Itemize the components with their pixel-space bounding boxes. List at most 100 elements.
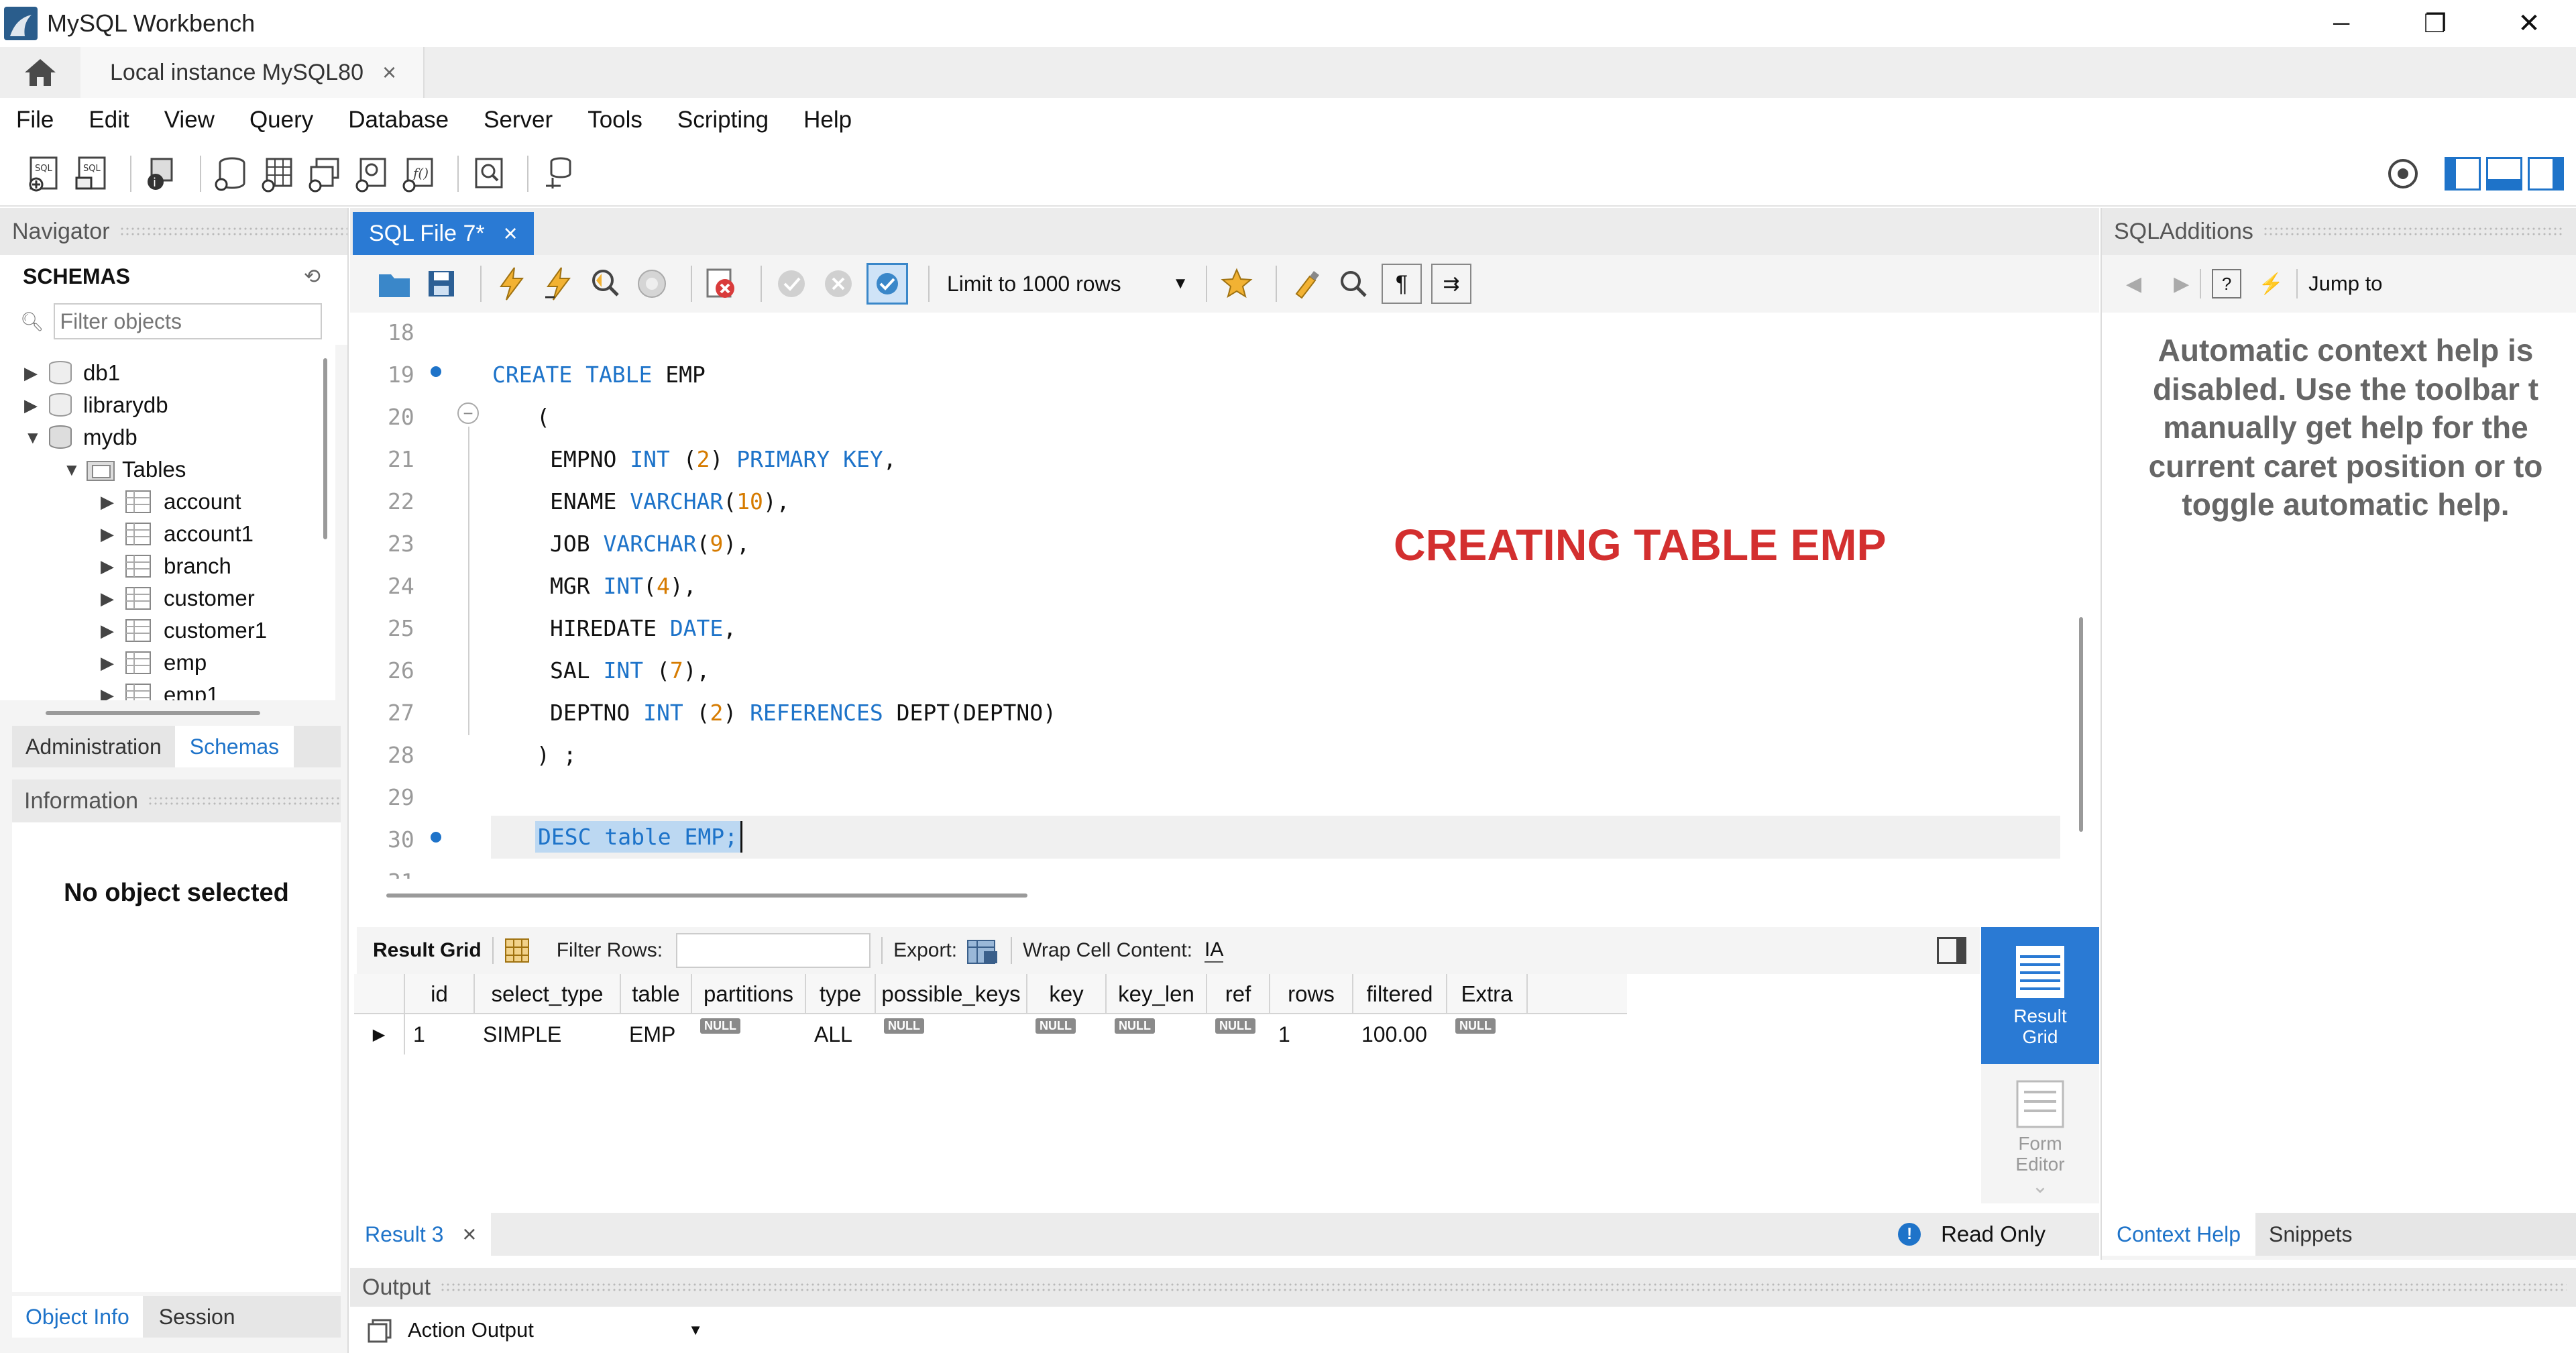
- column-header-ref[interactable]: ref: [1207, 974, 1270, 1014]
- inspector-icon[interactable]: i: [142, 155, 180, 193]
- tab-schemas[interactable]: Schemas: [174, 726, 294, 767]
- sql-file-tab-close-icon[interactable]: ×: [504, 219, 518, 248]
- column-header-possible-keys[interactable]: possible_keys: [876, 974, 1027, 1014]
- tree-item-account1[interactable]: ▶ account1: [101, 518, 254, 550]
- commit-icon[interactable]: [773, 265, 810, 303]
- output-type-select[interactable]: Action Output ▼: [408, 1318, 703, 1342]
- cell-extra[interactable]: NULL: [1447, 1014, 1528, 1054]
- tree-item-mydb[interactable]: ▼ mydb: [24, 421, 137, 453]
- search-table-data-icon[interactable]: [469, 155, 507, 193]
- output-copy-icon[interactable]: [366, 1317, 393, 1343]
- expand-arrow-icon[interactable]: ▶: [101, 524, 125, 545]
- tab-object-info[interactable]: Object Info: [12, 1296, 143, 1338]
- sql-code-editor[interactable]: − 18 19 20 21 22 23 24 25 26 27 28 29 30…: [350, 313, 2067, 879]
- open-sql-script-icon[interactable]: SQL: [72, 155, 110, 193]
- new-sql-tab-icon[interactable]: SQL: [25, 155, 63, 193]
- create-table-icon[interactable]: [259, 155, 296, 193]
- expand-arrow-icon[interactable]: ▶: [24, 395, 47, 416]
- close-button[interactable]: ✕: [2482, 8, 2576, 39]
- filter-rows-input[interactable]: [676, 933, 871, 968]
- cell-select-type[interactable]: SIMPLE: [475, 1014, 621, 1054]
- menu-query[interactable]: Query: [249, 107, 313, 133]
- save-icon[interactable]: [423, 265, 460, 303]
- tree-item-account[interactable]: ▶ account: [101, 486, 241, 518]
- forward-arrow-icon[interactable]: ▶: [2174, 272, 2189, 296]
- refresh-schemas-icon[interactable]: ⟲: [304, 265, 321, 288]
- stop-icon[interactable]: [633, 265, 671, 303]
- menu-edit[interactable]: Edit: [89, 107, 129, 133]
- wrap-lines-icon[interactable]: ⇉: [1431, 264, 1471, 304]
- collapse-arrow-icon[interactable]: ▼: [63, 459, 86, 480]
- limit-rows-select[interactable]: Limit to 1000 rows ▼: [940, 265, 1195, 303]
- cell-key-len[interactable]: NULL: [1107, 1014, 1207, 1054]
- expand-arrow-icon[interactable]: ▶: [101, 653, 125, 673]
- toggle-result-panel-icon[interactable]: [1937, 937, 1966, 964]
- column-header-partitions[interactable]: partitions: [692, 974, 806, 1014]
- editor-horizontal-scrollbar[interactable]: [386, 894, 1027, 898]
- manual-help-icon[interactable]: ?: [2212, 269, 2242, 299]
- tree-item-librarydb[interactable]: ▶ librarydb: [24, 389, 168, 421]
- tree-horizontal-scrollbar[interactable]: [46, 711, 260, 715]
- grid-view-icon[interactable]: [504, 938, 530, 963]
- tree-item-customer[interactable]: ▶ customer: [101, 582, 255, 614]
- cell-partitions[interactable]: NULL: [692, 1014, 806, 1054]
- cell-id[interactable]: 1: [405, 1014, 475, 1054]
- form-editor-mode-button[interactable]: Form Editor ⌄: [1981, 1075, 2099, 1202]
- wrap-cell-content-icon[interactable]: IA: [1205, 938, 1224, 963]
- cell-possible-keys[interactable]: NULL: [876, 1014, 1027, 1054]
- column-header-key-len[interactable]: key_len: [1107, 974, 1207, 1014]
- home-icon[interactable]: [0, 47, 80, 98]
- column-header-type[interactable]: type: [806, 974, 876, 1014]
- minimize-button[interactable]: ─: [2294, 11, 2388, 37]
- jump-to-select[interactable]: Jump to: [2308, 272, 2382, 296]
- tree-item-customer1[interactable]: ▶ customer1: [101, 614, 267, 647]
- cell-rows[interactable]: 1: [1270, 1014, 1353, 1054]
- tree-item-emp[interactable]: ▶ emp: [101, 647, 207, 679]
- column-header-id[interactable]: id: [405, 974, 475, 1014]
- open-folder-icon[interactable]: [376, 265, 413, 303]
- filter-objects-input[interactable]: [53, 303, 322, 339]
- menu-view[interactable]: View: [164, 107, 215, 133]
- menu-server[interactable]: Server: [484, 107, 553, 133]
- result-grid-mode-button[interactable]: Result Grid: [1981, 927, 2099, 1064]
- dropdown-arrow-icon[interactable]: ▼: [688, 1321, 703, 1339]
- add-snippet-star-icon[interactable]: [1218, 265, 1255, 303]
- column-header-key[interactable]: key: [1027, 974, 1107, 1014]
- column-header-filtered[interactable]: filtered: [1353, 974, 1447, 1014]
- expand-arrow-icon[interactable]: ▶: [101, 685, 125, 701]
- invisible-chars-pilcrow-icon[interactable]: ¶: [1382, 264, 1422, 304]
- cell-type[interactable]: ALL: [806, 1014, 876, 1054]
- menu-help[interactable]: Help: [803, 107, 852, 133]
- expand-arrow-icon[interactable]: ▶: [24, 363, 47, 384]
- menu-database[interactable]: Database: [348, 107, 449, 133]
- tree-vertical-scrollbar[interactable]: [323, 358, 327, 539]
- column-header-rows[interactable]: rows: [1270, 974, 1353, 1014]
- fold-toggle-icon[interactable]: −: [457, 402, 479, 424]
- preferences-gear-icon[interactable]: [2384, 155, 2422, 193]
- tree-item-emp1[interactable]: ▶ emp1: [101, 679, 219, 700]
- export-icon[interactable]: [965, 935, 1000, 966]
- explain-magnifier-icon[interactable]: [586, 265, 624, 303]
- tab-result-3[interactable]: Result 3 ×: [350, 1213, 492, 1256]
- execute-current-lightning-icon[interactable]: [539, 265, 577, 303]
- tree-item-tables[interactable]: ▼ Tables: [63, 453, 186, 486]
- tab-session[interactable]: Session: [143, 1305, 251, 1330]
- create-schema-icon[interactable]: [212, 155, 249, 193]
- autocommit-toggle-icon[interactable]: [866, 263, 908, 305]
- toggle-sidebar-icon[interactable]: [2445, 157, 2481, 191]
- beautify-brush-icon[interactable]: [1288, 265, 1325, 303]
- menu-file[interactable]: File: [16, 107, 54, 133]
- column-header-extra[interactable]: Extra: [1447, 974, 1528, 1014]
- toggle-output-icon[interactable]: [2486, 157, 2522, 191]
- find-magnifier-icon[interactable]: [1335, 265, 1372, 303]
- tree-item-branch[interactable]: ▶ branch: [101, 550, 231, 582]
- back-arrow-icon[interactable]: ◀: [2126, 272, 2141, 296]
- dropdown-arrow-icon[interactable]: ▼: [1172, 274, 1188, 293]
- scroll-down-chevron-icon[interactable]: ⌄: [2031, 1175, 2048, 1198]
- cell-key[interactable]: NULL: [1027, 1014, 1107, 1054]
- expand-arrow-icon[interactable]: ▶: [101, 620, 125, 641]
- cell-table[interactable]: EMP: [621, 1014, 692, 1054]
- auto-help-icon[interactable]: ⚡: [2256, 269, 2286, 299]
- stop-on-error-icon[interactable]: [703, 265, 740, 303]
- column-header-table[interactable]: table: [621, 974, 692, 1014]
